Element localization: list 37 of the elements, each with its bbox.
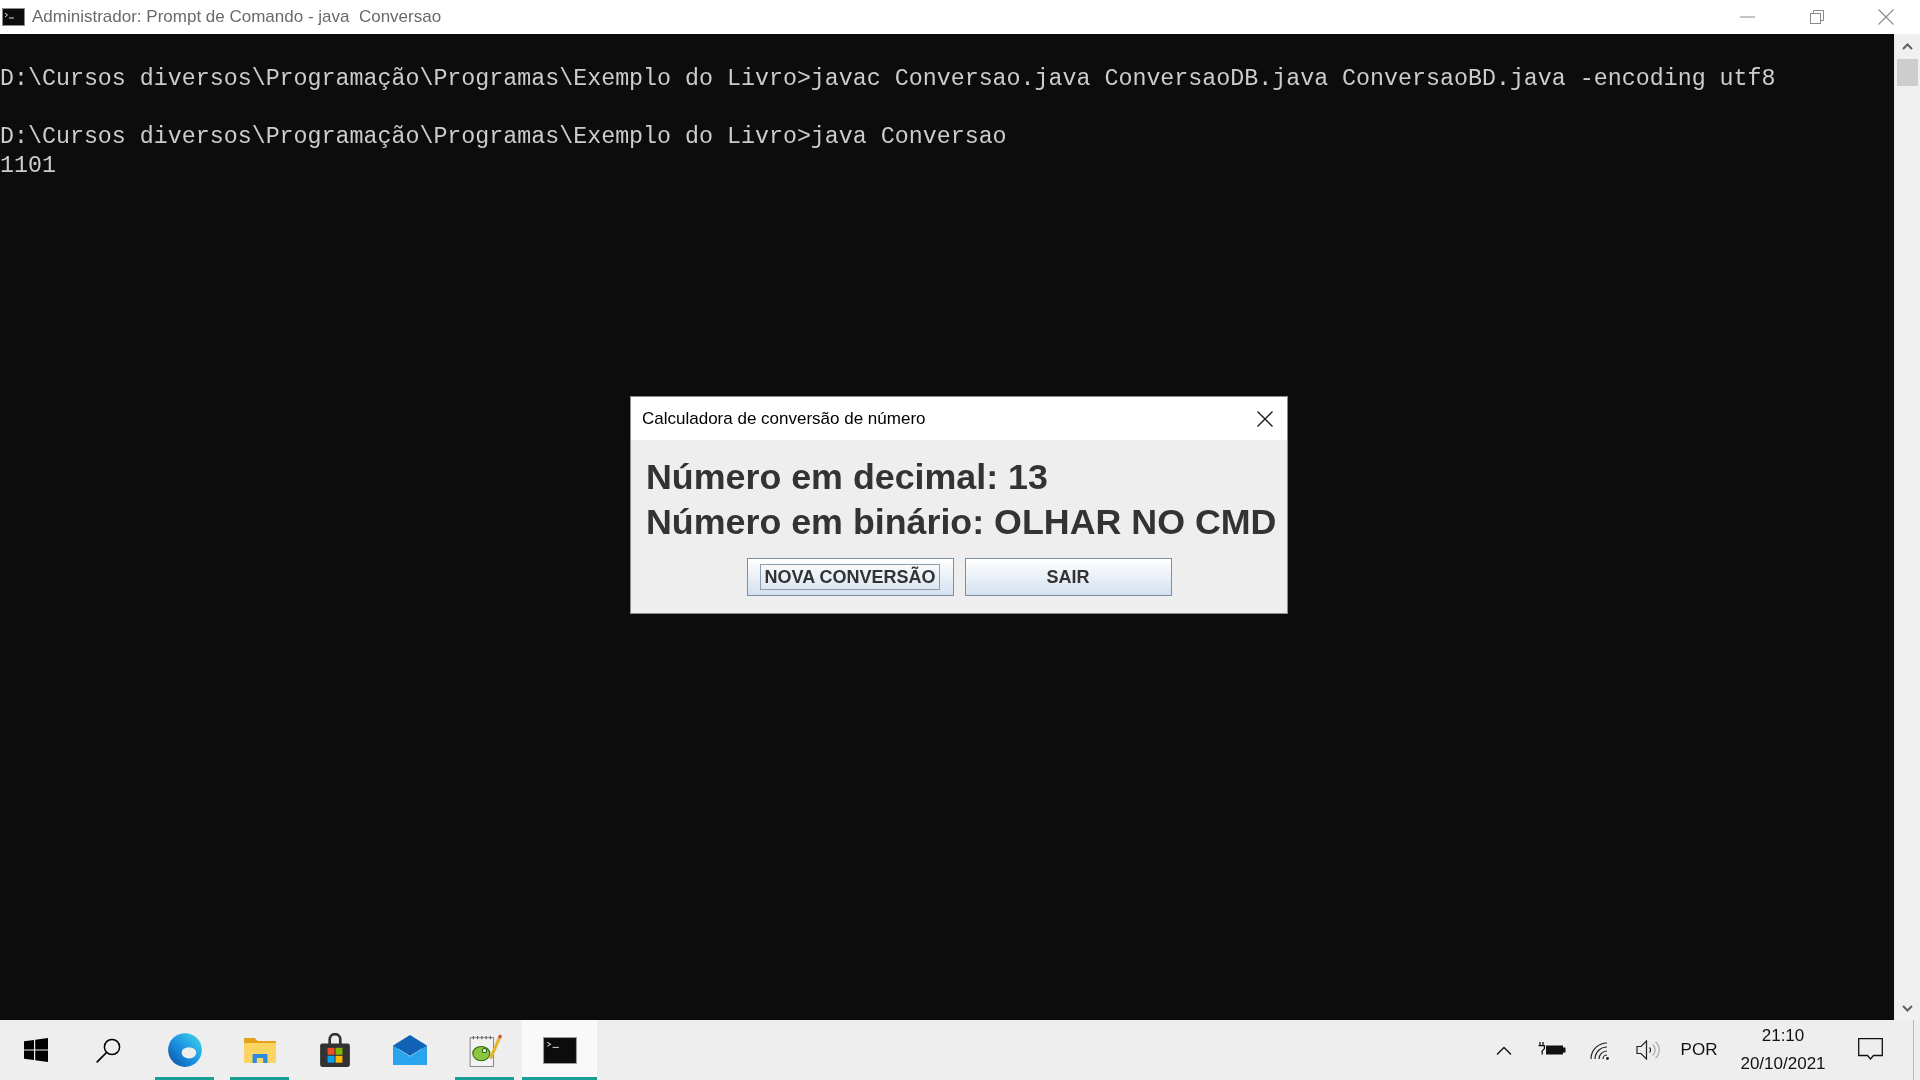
close-icon: [1257, 410, 1273, 427]
result-label: Número em binário: OLHAR NO CMD: [646, 501, 1278, 544]
console-line: 1101: [0, 152, 57, 181]
console-line: D:\Cursos diversos\Programação\Programas\Exemplo do Livro>java Conversao: [0, 123, 1008, 152]
battery-plug-icon[interactable]: [1538, 1042, 1566, 1058]
message-bubble-icon[interactable]: [1857, 1038, 1883, 1062]
windows-logo-icon: [24, 1038, 48, 1062]
scrollbar[interactable]: [1894, 34, 1920, 1020]
result-label: Número em decimal: 13: [646, 456, 1049, 499]
taskbar-button[interactable]: [522, 1020, 597, 1080]
close-icon: [1877, 9, 1894, 25]
terminal-icon: [542, 1036, 577, 1064]
running-indicator: [455, 1077, 514, 1080]
speaker-icon[interactable]: [1636, 1040, 1660, 1060]
search-icon: [95, 1037, 121, 1063]
console-line: D:\Cursos diversos\Programação\Programas\Exemplo do Livro>javac Conversao.java ConversaoDB.java ConversaoBD.java -encoding utf8: [0, 65, 1777, 94]
folder-icon: [242, 1036, 277, 1064]
clock[interactable]: 21:10 20/10/2021: [1726, 1022, 1840, 1078]
chevron-down-icon[interactable]: [1902, 1004, 1913, 1012]
wifi-icon[interactable]: [1589, 1040, 1611, 1060]
swirl-icon: [166, 1032, 203, 1068]
running-indicator: [230, 1077, 289, 1080]
restore-icon: [1809, 10, 1824, 24]
notepad-pencil-icon: [467, 1033, 502, 1067]
chevron-up-icon[interactable]: [1902, 42, 1913, 50]
envelope-icon: [391, 1034, 428, 1066]
running-indicator: [155, 1077, 214, 1080]
shopping-bag-icon: [317, 1032, 352, 1068]
window-title: Administrador: Prompt de Comando - java Conversao: [32, 7, 443, 27]
minimize-icon: [1740, 16, 1755, 18]
dialog-title: Calculadora de conversão de número: [642, 408, 927, 429]
dialog-button[interactable]: NOVA CONVERSÃO: [746, 558, 954, 596]
dialog-button[interactable]: SAIR: [964, 558, 1172, 596]
scrollbar-thumb[interactable]: [1897, 59, 1918, 86]
chevron-up-icon[interactable]: [1496, 1045, 1512, 1055]
terminal-icon: [2, 8, 25, 26]
language-indicator[interactable]: POR: [1672, 1040, 1726, 1060]
